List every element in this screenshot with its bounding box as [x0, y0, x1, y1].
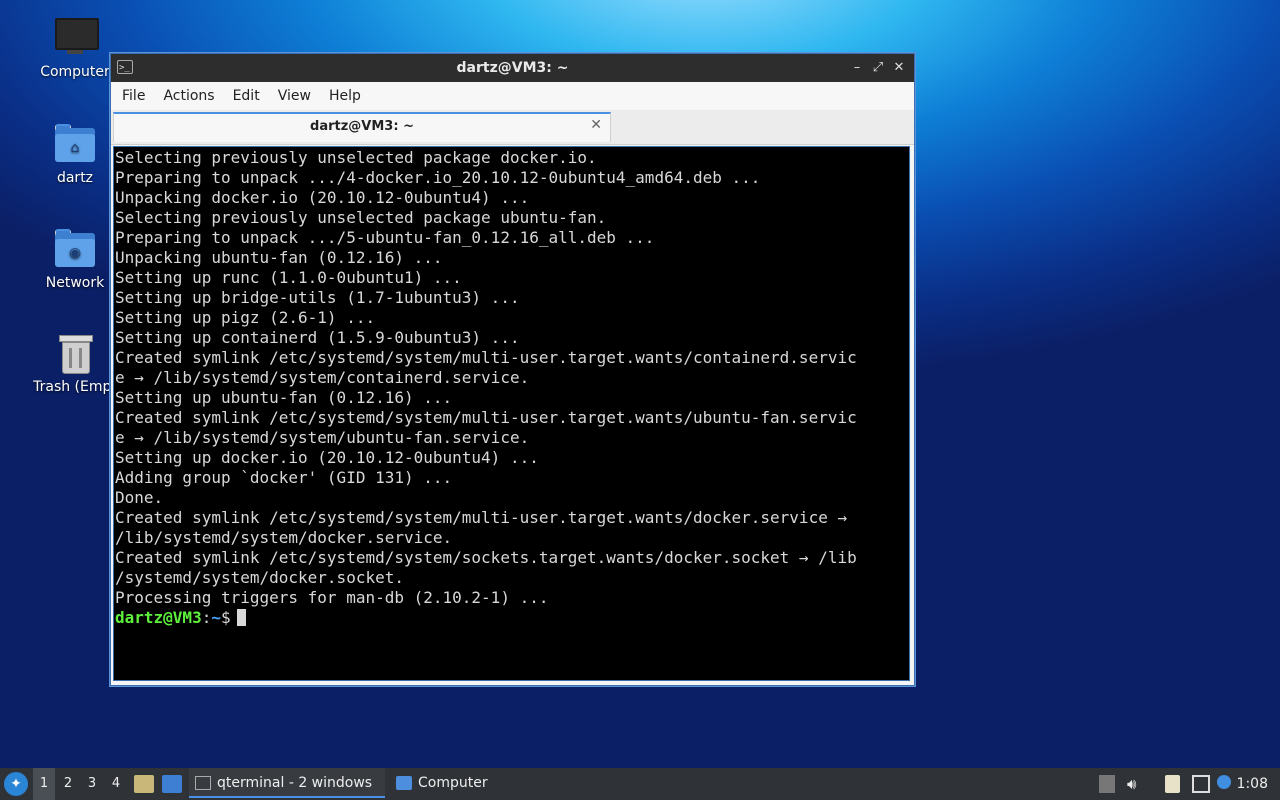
tab-terminal[interactable]: dartz@VM3: ~ ✕ — [113, 112, 611, 142]
terminal-line: e → /lib/systemd/system/containerd.servi… — [115, 368, 530, 387]
desktop-icon-label: dartz — [56, 170, 94, 186]
terminal-line: Setting up runc (1.1.0-0ubuntu1) ... — [115, 268, 462, 287]
terminal-prompt: dartz@VM3:~$ — [115, 608, 909, 628]
desktop-icon-home[interactable]: ⌂ dartz — [27, 124, 123, 186]
desktop-icon-label: Trash (Empt — [33, 379, 117, 395]
prompt-separator: : — [201, 608, 212, 627]
desktop-icon-network[interactable]: ◉ Network — [27, 229, 123, 291]
workspace-1[interactable]: 1 — [33, 768, 55, 800]
network-folder-icon: ◉ — [53, 229, 97, 269]
desktop-icon-computer[interactable]: Computer — [27, 18, 123, 80]
window-titlebar[interactable]: >_ dartz@VM3: ~ – ⤢ ✕ — [111, 54, 914, 82]
task-qterminal[interactable]: qterminal - 2 windows — [189, 768, 385, 798]
terminal-line: Created symlink /etc/systemd/system/mult… — [115, 508, 848, 527]
terminal-line: Setting up docker.io (20.10.12-0ubuntu4)… — [115, 448, 539, 467]
taskbar: ✦ 1 2 3 4 qterminal - 2 windows Computer… — [0, 768, 1280, 800]
terminal-line: Preparing to unpack .../5-ubuntu-fan_0.1… — [115, 228, 655, 247]
terminal-line: Created symlink /etc/systemd/system/mult… — [115, 408, 857, 427]
tab-bar: dartz@VM3: ~ ✕ — [111, 110, 914, 145]
terminal-line: e → /lib/systemd/system/ubuntu-fan.servi… — [115, 428, 530, 447]
maximize-icon[interactable]: ⤢ — [868, 54, 888, 82]
menubar: File Actions Edit View Help — [111, 82, 914, 110]
folder-icon — [396, 776, 412, 790]
computer-icon — [53, 18, 99, 58]
volume-icon[interactable]: 🔊︎ — [1127, 775, 1145, 793]
terminal-line: Setting up bridge-utils (1.7-1ubuntu3) .… — [115, 288, 520, 307]
menu-file[interactable]: File — [116, 88, 157, 104]
menu-view[interactable]: View — [272, 88, 323, 104]
terminal-line: Done. — [115, 488, 164, 507]
home-folder-icon: ⌂ — [53, 124, 97, 164]
terminal-line: Setting up ubuntu-fan (0.12.16) ... — [115, 388, 453, 407]
terminal-line: /lib/systemd/system/docker.service. — [115, 528, 453, 547]
terminal-line: Setting up containerd (1.5.9-0ubuntu3) .… — [115, 328, 520, 347]
workspace-3[interactable]: 3 — [81, 768, 103, 800]
start-menu-button[interactable]: ✦ — [4, 772, 28, 796]
file-manager-launcher-icon[interactable] — [134, 775, 154, 793]
terminal-cursor — [236, 609, 246, 626]
terminal-line: Selecting previously unselected package … — [115, 208, 607, 227]
desktop-icon-trash[interactable]: Trash (Empt — [27, 333, 123, 395]
tab-title: dartz@VM3: ~ — [310, 119, 414, 134]
show-desktop-icon[interactable] — [162, 775, 182, 793]
terminal-line: Created symlink /etc/systemd/system/sock… — [115, 548, 857, 567]
task-computer[interactable]: Computer — [390, 768, 510, 798]
menu-actions[interactable]: Actions — [157, 88, 226, 104]
terminal-line: Unpacking ubuntu-fan (0.12.16) ... — [115, 248, 443, 267]
workspace-4[interactable]: 4 — [105, 768, 127, 800]
terminal-line: Adding group `docker' (GID 131) ... — [115, 468, 453, 487]
terminal-window: >_ dartz@VM3: ~ – ⤢ ✕ File Actions Edit … — [110, 53, 915, 686]
task-label: qterminal - 2 windows — [217, 775, 373, 791]
tray-arrow-icon[interactable] — [1099, 775, 1115, 793]
terminal-line: /systemd/system/docker.socket. — [115, 568, 404, 587]
terminal-icon — [195, 776, 211, 790]
notification-icon[interactable] — [1217, 775, 1231, 789]
tab-close-icon[interactable]: ✕ — [590, 117, 602, 133]
terminal-output[interactable]: Selecting previously unselected package … — [113, 146, 910, 681]
minimize-icon[interactable]: – — [847, 54, 867, 82]
network-icon[interactable] — [1192, 775, 1210, 793]
terminal-line: Selecting previously unselected package … — [115, 148, 597, 167]
task-label: Computer — [418, 775, 488, 791]
clock[interactable]: 1:08 — [1237, 768, 1268, 800]
clipboard-icon[interactable] — [1165, 775, 1180, 793]
terminal-line: Preparing to unpack .../4-docker.io_20.1… — [115, 168, 761, 187]
terminal-line: Created symlink /etc/systemd/system/mult… — [115, 348, 857, 367]
prompt-path: ~ — [211, 608, 221, 627]
menu-edit[interactable]: Edit — [227, 88, 272, 104]
window-title: dartz@VM3: ~ — [456, 60, 569, 76]
workspace-2[interactable]: 2 — [57, 768, 79, 800]
prompt-user-host: dartz@VM3 — [115, 608, 202, 627]
desktop-icon-label: Computer — [40, 64, 110, 80]
desktop-icon-label: Network — [45, 275, 105, 291]
prompt-symbol: $ — [220, 608, 231, 627]
terminal-line: Setting up pigz (2.6-1) ... — [115, 308, 376, 327]
terminal-line: Unpacking docker.io (20.10.12-0ubuntu4) … — [115, 188, 530, 207]
trash-icon — [53, 333, 97, 374]
terminal-line: Processing triggers for man-db (2.10.2-1… — [115, 588, 549, 607]
menu-help[interactable]: Help — [323, 88, 373, 104]
close-icon[interactable]: ✕ — [889, 54, 909, 82]
